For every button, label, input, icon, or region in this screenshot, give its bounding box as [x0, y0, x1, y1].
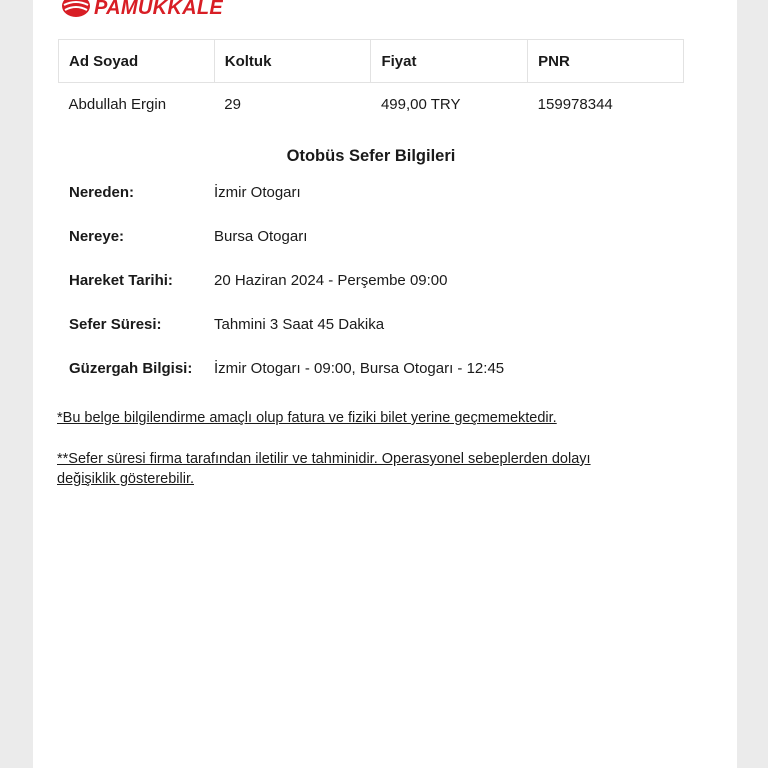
trip-info-title: Otobüs Sefer Bilgileri: [286, 147, 456, 165]
info-label: Güzergah Bilgisi:: [69, 359, 193, 377]
info-label: Sefer Süresi:: [69, 315, 162, 333]
info-row-departure: Hareket Tarihi: 20 Haziran 2024 - Perşem…: [69, 269, 447, 291]
info-value: Bursa Otogarı: [214, 227, 308, 245]
bus-logo-icon: [62, 0, 90, 17]
info-value: 20 Haziran 2024 - Perşembe 09:00: [214, 271, 448, 289]
column-header-pnr: PNR: [527, 39, 684, 83]
seat-number: 29: [224, 96, 241, 114]
ticket-price: 499,00 TRY: [380, 96, 461, 114]
table-row: Abdullah Ergin 29 499,00 TRY 159978344: [59, 83, 684, 127]
column-header-seat: Koltuk: [213, 39, 372, 83]
info-value: İzmir Otogarı: [214, 183, 301, 201]
passenger-name: Abdullah Ergin: [68, 96, 167, 114]
info-row-from: Nereden: İzmir Otogarı: [69, 181, 301, 203]
info-row-duration: Sefer Süresi: Tahmini 3 Saat 45 Dakika: [69, 313, 384, 335]
table-header-row: Ad Soyad Koltuk Fiyat PNR: [58, 39, 684, 83]
column-header-price: Fiyat: [370, 39, 529, 83]
info-value: Tahmini 3 Saat 45 Dakika: [214, 315, 385, 333]
column-header-name: Ad Soyad: [58, 39, 215, 83]
brand-name: PAMUKKALE: [94, 0, 223, 19]
info-label: Nereden:: [69, 183, 135, 201]
brand-logo: PAMUKKALE: [61, 0, 223, 22]
info-row-route: Güzergah Bilgisi: İzmir Otogarı - 09:00,…: [69, 357, 504, 379]
duration-note: **Sefer süresi firma tarafından iletilir…: [57, 451, 591, 487]
ticket-document: PAMUKKALE Ad Soyad Koltuk Fiyat PNR Abdu…: [33, 0, 737, 768]
info-label: Nereye:: [69, 227, 125, 245]
info-label: Hareket Tarihi:: [69, 271, 173, 289]
passenger-table: Ad Soyad Koltuk Fiyat PNR Abdullah Ergin…: [58, 39, 684, 127]
info-row-to: Nereye: Bursa Otogarı: [69, 225, 307, 247]
pnr-code: 159978344: [537, 96, 613, 114]
disclaimer-note: *Bu belge bilgilendirme amaçlı olup fatu…: [57, 410, 557, 426]
info-value: İzmir Otogarı - 09:00, Bursa Otogarı - 1…: [214, 359, 505, 377]
